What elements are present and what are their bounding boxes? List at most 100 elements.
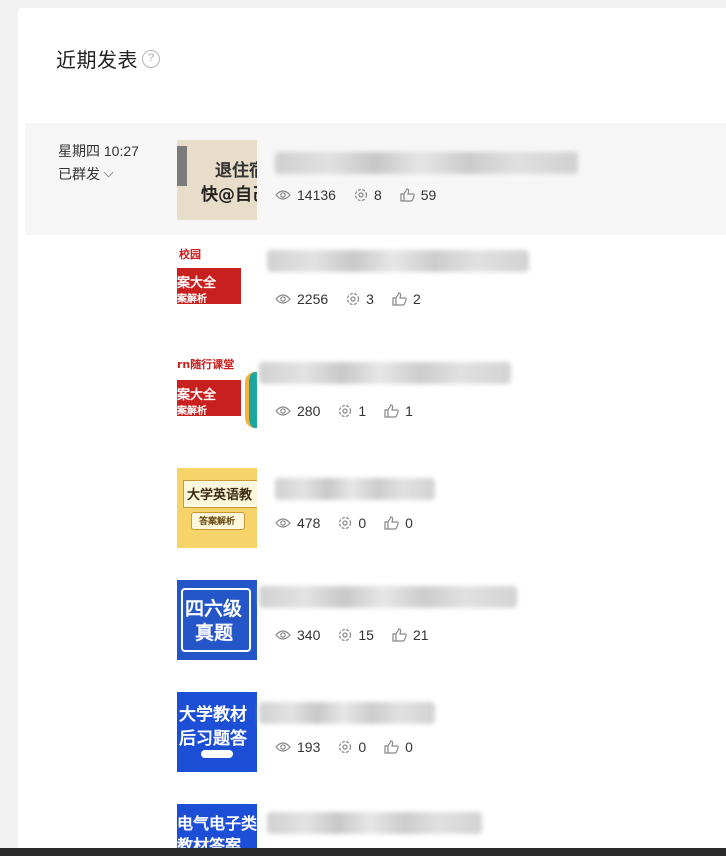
thumb-up-icon [400, 188, 415, 202]
recent-posts-panel: 近期发表 ? 星期四 10:27 已群发 退住宿 快@自己 14136 8 5 [18, 8, 726, 856]
article-thumbnail[interactable]: 大学英语教 答案解析 [177, 468, 257, 548]
thumbnail-text: 退住宿 [215, 161, 257, 181]
eye-icon [275, 518, 291, 528]
likes-stat: 0 [384, 515, 413, 531]
thumb-up-icon [384, 516, 399, 530]
shares-count: 1 [358, 403, 367, 419]
article-stats: 14136 8 59 [275, 187, 454, 203]
views-count: 2256 [297, 291, 329, 307]
likes-count: 59 [420, 187, 437, 203]
likes-count: 1 [405, 403, 413, 419]
shares-count: 15 [358, 627, 374, 643]
eye-icon [275, 742, 291, 752]
article-item[interactable]: 大学英语教 答案解析 478 0 0 [177, 468, 717, 548]
views-stat: 280 [275, 403, 320, 419]
likes-stat: 0 [384, 739, 413, 755]
likes-count: 0 [405, 515, 413, 531]
likes-stat: 1 [384, 403, 413, 419]
share-icon [347, 292, 360, 306]
article-stats: 340 15 21 [275, 627, 447, 643]
shares-stat: 15 [338, 627, 374, 643]
thumbnail-text: 四六级 [185, 598, 243, 620]
views-stat: 193 [275, 739, 320, 755]
thumb-up-icon [392, 628, 407, 642]
views-count: 478 [297, 515, 321, 531]
shares-stat: 0 [338, 739, 366, 755]
share-icon [339, 516, 352, 530]
thumbnail-text: 电气电子类 [177, 814, 257, 833]
article-thumbnail[interactable]: 退住宿 快@自己 [177, 140, 257, 220]
thumb-up-icon [392, 292, 407, 306]
views-stat: 2256 [275, 291, 328, 307]
eye-icon [275, 190, 291, 200]
article-thumbnail[interactable]: 四六级 真题 [177, 580, 257, 660]
share-icon [339, 628, 352, 642]
thumbnail-text: 案解析 [177, 294, 207, 305]
thumbnail-text: 大学英语教 [187, 488, 253, 503]
thumbnail-text: 快@自己 [201, 185, 257, 205]
article-thumbnail[interactable]: 校园 案大全 案解析 [177, 244, 257, 324]
publish-time: 星期四 10:27 [58, 143, 139, 159]
article-title[interactable] [259, 702, 435, 724]
article-item[interactable]: rn随行课堂 案大全 案解析 280 1 1 [177, 356, 717, 436]
article-item[interactable]: 大学教材 后习题答 193 0 0 [177, 692, 717, 772]
article-item[interactable]: 校园 案大全 案解析 2256 3 2 [177, 244, 717, 324]
likes-count: 2 [412, 291, 421, 307]
section-title: 近期发表 [56, 50, 138, 72]
article-title[interactable] [275, 478, 435, 500]
share-icon [339, 740, 352, 754]
article-title[interactable] [259, 586, 517, 608]
shares-stat: 0 [338, 515, 366, 531]
shares-stat: 3 [346, 291, 374, 307]
shares-count: 3 [366, 291, 374, 307]
section-header: 近期发表 ? [56, 44, 160, 73]
likes-stat: 2 [392, 291, 421, 307]
share-icon [339, 404, 352, 418]
article-stats: 478 0 0 [275, 515, 431, 531]
article-stats: 2256 3 2 [275, 291, 439, 307]
thumb-up-icon [384, 740, 399, 754]
likes-stat: 21 [392, 627, 429, 643]
thumbnail-text: rn随行课堂 [177, 358, 235, 371]
eye-icon [275, 294, 291, 304]
views-count: 193 [297, 739, 321, 755]
shares-count: 0 [358, 515, 367, 531]
shares-count: 8 [373, 187, 382, 203]
thumbnail-text: 答案解析 [199, 517, 236, 527]
likes-stat: 59 [400, 187, 437, 203]
article-thumbnail[interactable]: 大学教材 后习题答 [177, 692, 257, 772]
publish-status-label: 已群发 [58, 166, 100, 182]
thumbnail-text: 后习题答 [179, 729, 247, 749]
views-stat: 340 [275, 627, 320, 643]
views-stat: 478 [275, 515, 320, 531]
bottom-edge-bar [0, 848, 726, 856]
article-thumbnail[interactable]: rn随行课堂 案大全 案解析 [177, 356, 257, 436]
publish-status[interactable]: 已群发 [58, 164, 114, 184]
article-item[interactable]: 四六级 真题 340 15 21 [177, 580, 717, 660]
shares-stat: 8 [354, 187, 382, 203]
views-count: 14136 [297, 187, 336, 203]
thumbnail-text: 案大全 [177, 388, 217, 403]
views-count: 340 [297, 627, 321, 643]
shares-count: 0 [358, 739, 367, 755]
article-item[interactable]: 退住宿 快@自己 14136 8 59 [177, 140, 717, 220]
thumbnail-text: 真题 [195, 622, 234, 644]
article-title[interactable] [267, 250, 529, 272]
article-title[interactable] [275, 152, 578, 174]
thumbnail-text: 案解析 [177, 406, 207, 417]
share-icon [354, 188, 368, 202]
help-icon[interactable]: ? [142, 49, 160, 68]
article-title[interactable] [259, 362, 511, 384]
article-title[interactable] [267, 812, 482, 834]
article-stats: 280 1 1 [275, 403, 431, 419]
thumb-up-icon [384, 404, 399, 418]
chevron-down-icon[interactable] [103, 167, 114, 177]
likes-count: 21 [412, 627, 429, 643]
thumbnail-text: 大学教材 [179, 705, 247, 725]
likes-count: 0 [405, 739, 413, 755]
article-stats: 193 0 0 [275, 739, 431, 755]
eye-icon [275, 630, 291, 640]
thumbnail-text: 校园 [179, 248, 201, 261]
thumbnail-text: 案大全 [177, 276, 217, 291]
eye-icon [275, 406, 291, 416]
